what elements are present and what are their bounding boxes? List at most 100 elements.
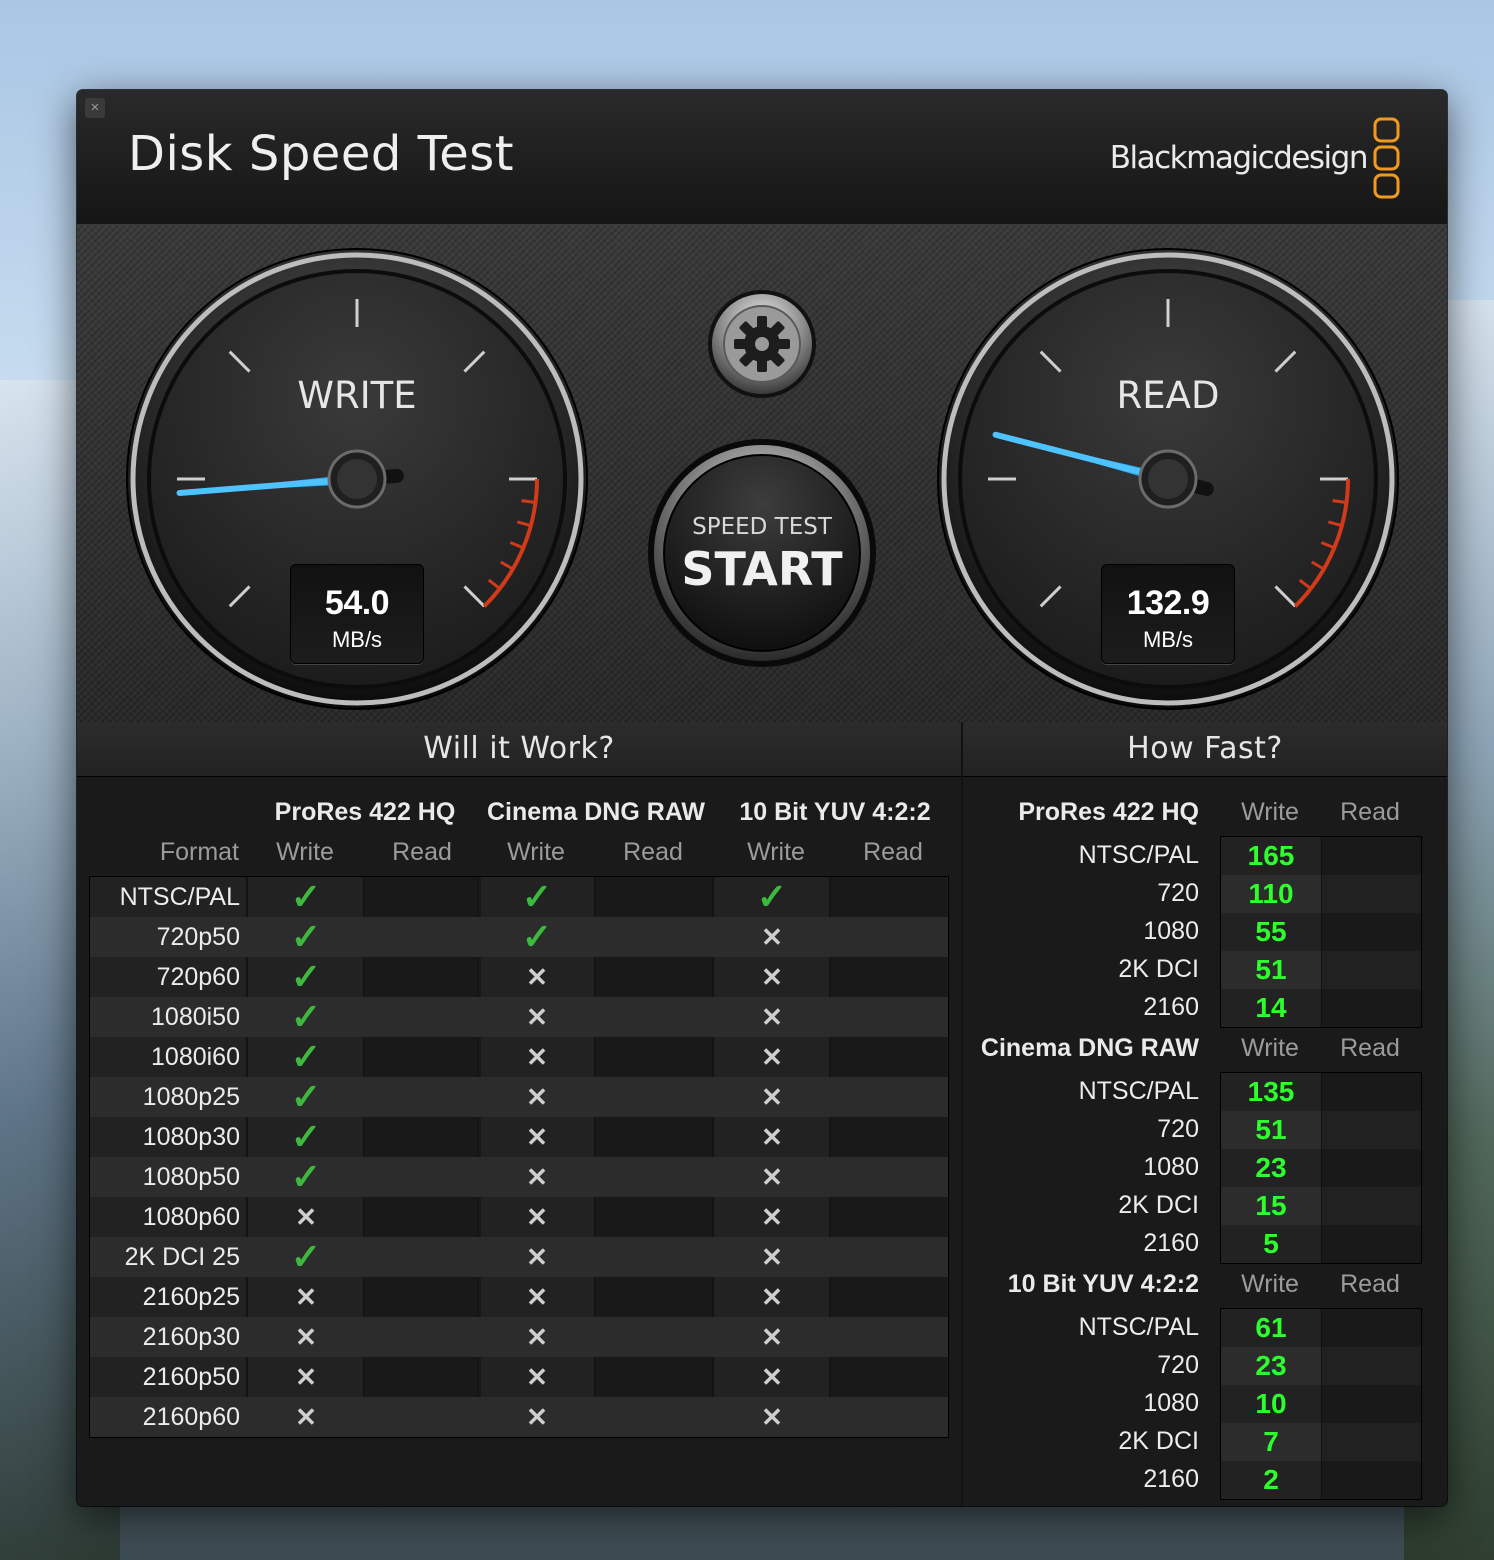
empty-cell bbox=[365, 917, 481, 957]
resolution-label: 1080 bbox=[1143, 1153, 1199, 1181]
fps-read-value bbox=[1321, 1423, 1422, 1461]
empty-cell bbox=[365, 1357, 481, 1397]
cross-icon: ✕ bbox=[761, 962, 783, 992]
check-icon: ✓ bbox=[290, 1036, 322, 1077]
empty-cell bbox=[596, 1357, 712, 1397]
wiw-group-yuv: 10 Bit YUV 4:2:2 bbox=[739, 798, 931, 826]
empty-cell bbox=[365, 1077, 481, 1117]
table-row: 23 bbox=[1221, 1149, 1422, 1187]
wiw-format-header: Format bbox=[159, 838, 239, 866]
gear-icon bbox=[734, 316, 790, 372]
format-label: 2K DCI 25 bbox=[124, 1243, 240, 1271]
resolution-label: 2160 bbox=[1143, 1465, 1199, 1493]
fps-write-value: 135 bbox=[1247, 1076, 1295, 1107]
how-fast-values-box: 135 51 23 15 5 bbox=[1220, 1072, 1422, 1264]
empty-cell bbox=[831, 1157, 947, 1197]
fps-read-value bbox=[1321, 1073, 1422, 1111]
empty-cell bbox=[831, 917, 947, 957]
cross-icon: ✕ bbox=[526, 1402, 548, 1432]
results-panels: Will it Work? How Fast? ProRes 422 HQ Ci… bbox=[77, 722, 1447, 1506]
format-label: 1080i50 bbox=[151, 1003, 240, 1031]
wiw-yuv-read-header: Read bbox=[863, 838, 923, 866]
format-label: 2160p30 bbox=[142, 1323, 240, 1351]
speed-test-start-button[interactable]: SPEED TEST START bbox=[647, 438, 877, 668]
cross-icon: ✕ bbox=[295, 1362, 317, 1392]
fps-read-value bbox=[1321, 1347, 1422, 1385]
fps-read-value bbox=[1321, 1111, 1422, 1149]
cross-icon: ✕ bbox=[761, 1362, 783, 1392]
fps-write-value: 10 bbox=[1255, 1388, 1287, 1419]
read-speed-unit: MB/s bbox=[1142, 627, 1194, 652]
cross-icon: ✕ bbox=[295, 1282, 317, 1312]
table-row: 2160p60 ✕ ✕ ✕ bbox=[90, 1397, 948, 1437]
fps-read-value bbox=[1321, 1225, 1422, 1263]
cross-icon: ✕ bbox=[761, 1122, 783, 1152]
read-speed-value: 132.9 bbox=[1126, 584, 1210, 622]
how-fast-group-title: 10 Bit YUV 4:2:2 bbox=[1007, 1270, 1199, 1298]
table-row: 2K DCI 25 ✓ ✕ ✕ bbox=[90, 1237, 948, 1277]
empty-cell bbox=[596, 877, 712, 917]
cross-icon: ✕ bbox=[526, 1322, 548, 1352]
table-row: 15 bbox=[1221, 1187, 1422, 1225]
how-fast-group-title: ProRes 422 HQ bbox=[1018, 798, 1199, 826]
cross-icon: ✕ bbox=[295, 1402, 317, 1432]
empty-cell bbox=[365, 997, 481, 1037]
table-row: 1080p30 ✓ ✕ ✕ bbox=[90, 1117, 948, 1157]
brand-name: Blackmagicdesign bbox=[1109, 140, 1369, 176]
resolution-label: 1080 bbox=[1143, 917, 1199, 945]
format-label: 2160p50 bbox=[142, 1363, 240, 1391]
format-label: 1080p50 bbox=[142, 1163, 240, 1191]
start-button-label: START bbox=[681, 542, 843, 596]
check-icon: ✓ bbox=[756, 876, 788, 917]
table-row: 10 bbox=[1221, 1385, 1422, 1423]
empty-cell bbox=[596, 1237, 712, 1277]
check-icon: ✓ bbox=[521, 916, 553, 957]
table-row: 51 bbox=[1221, 1111, 1422, 1149]
table-row: 55 bbox=[1221, 913, 1422, 951]
cross-icon: ✕ bbox=[526, 1122, 548, 1152]
table-row: 61 bbox=[1221, 1309, 1422, 1347]
app-title: Disk Speed Test bbox=[128, 126, 515, 182]
table-row: 2160p50 ✕ ✕ ✕ bbox=[90, 1357, 948, 1397]
write-gauge: WRITE 54.0 MB/s bbox=[124, 246, 590, 712]
check-icon: ✓ bbox=[290, 1116, 322, 1157]
read-readout: 132.9 MB/s bbox=[1101, 564, 1235, 664]
how-fast-write-header: Write bbox=[1241, 1270, 1299, 1298]
cross-icon: ✕ bbox=[526, 1082, 548, 1112]
empty-cell bbox=[596, 997, 712, 1037]
empty-cell bbox=[831, 1117, 947, 1157]
wiw-dng-write-header: Write bbox=[507, 838, 565, 866]
empty-cell bbox=[365, 1237, 481, 1277]
fps-write-value: 2 bbox=[1263, 1464, 1279, 1495]
fps-write-value: 61 bbox=[1255, 1312, 1287, 1343]
cross-icon: ✕ bbox=[761, 1242, 783, 1272]
table-row: 23 bbox=[1221, 1347, 1422, 1385]
how-fast-values-box: 165 110 55 51 14 bbox=[1220, 836, 1422, 1028]
cross-icon: ✕ bbox=[526, 1002, 548, 1032]
check-icon: ✓ bbox=[290, 1236, 322, 1277]
cross-icon: ✕ bbox=[526, 1282, 548, 1312]
table-row: 110 bbox=[1221, 875, 1422, 913]
write-speed-unit: MB/s bbox=[331, 627, 383, 652]
settings-button[interactable] bbox=[706, 288, 818, 400]
table-row: 2160p25 ✕ ✕ ✕ bbox=[90, 1277, 948, 1317]
table-row: 135 bbox=[1221, 1073, 1422, 1111]
format-label: 2160p25 bbox=[142, 1283, 240, 1311]
check-icon: ✓ bbox=[290, 996, 322, 1037]
empty-cell bbox=[831, 1237, 947, 1277]
fps-write-value: 5 bbox=[1263, 1228, 1279, 1259]
close-button[interactable]: × bbox=[85, 98, 105, 118]
fps-write-value: 15 bbox=[1255, 1190, 1287, 1221]
title-bar: × Disk Speed Test Blackmagicdesign bbox=[77, 90, 1447, 226]
format-label: 1080i60 bbox=[151, 1043, 240, 1071]
will-it-work-header: Will it Work? bbox=[77, 722, 961, 777]
fps-write-value: 165 bbox=[1247, 840, 1295, 871]
read-gauge: READ 132.9 MB/s bbox=[935, 246, 1401, 712]
fps-write-value: 51 bbox=[1255, 1114, 1287, 1145]
check-icon: ✓ bbox=[290, 1076, 322, 1117]
table-row: 5 bbox=[1221, 1225, 1422, 1263]
cross-icon: ✕ bbox=[761, 1042, 783, 1072]
cross-icon: ✕ bbox=[526, 1242, 548, 1272]
empty-cell bbox=[596, 1317, 712, 1357]
format-label: 1080p60 bbox=[142, 1203, 240, 1231]
